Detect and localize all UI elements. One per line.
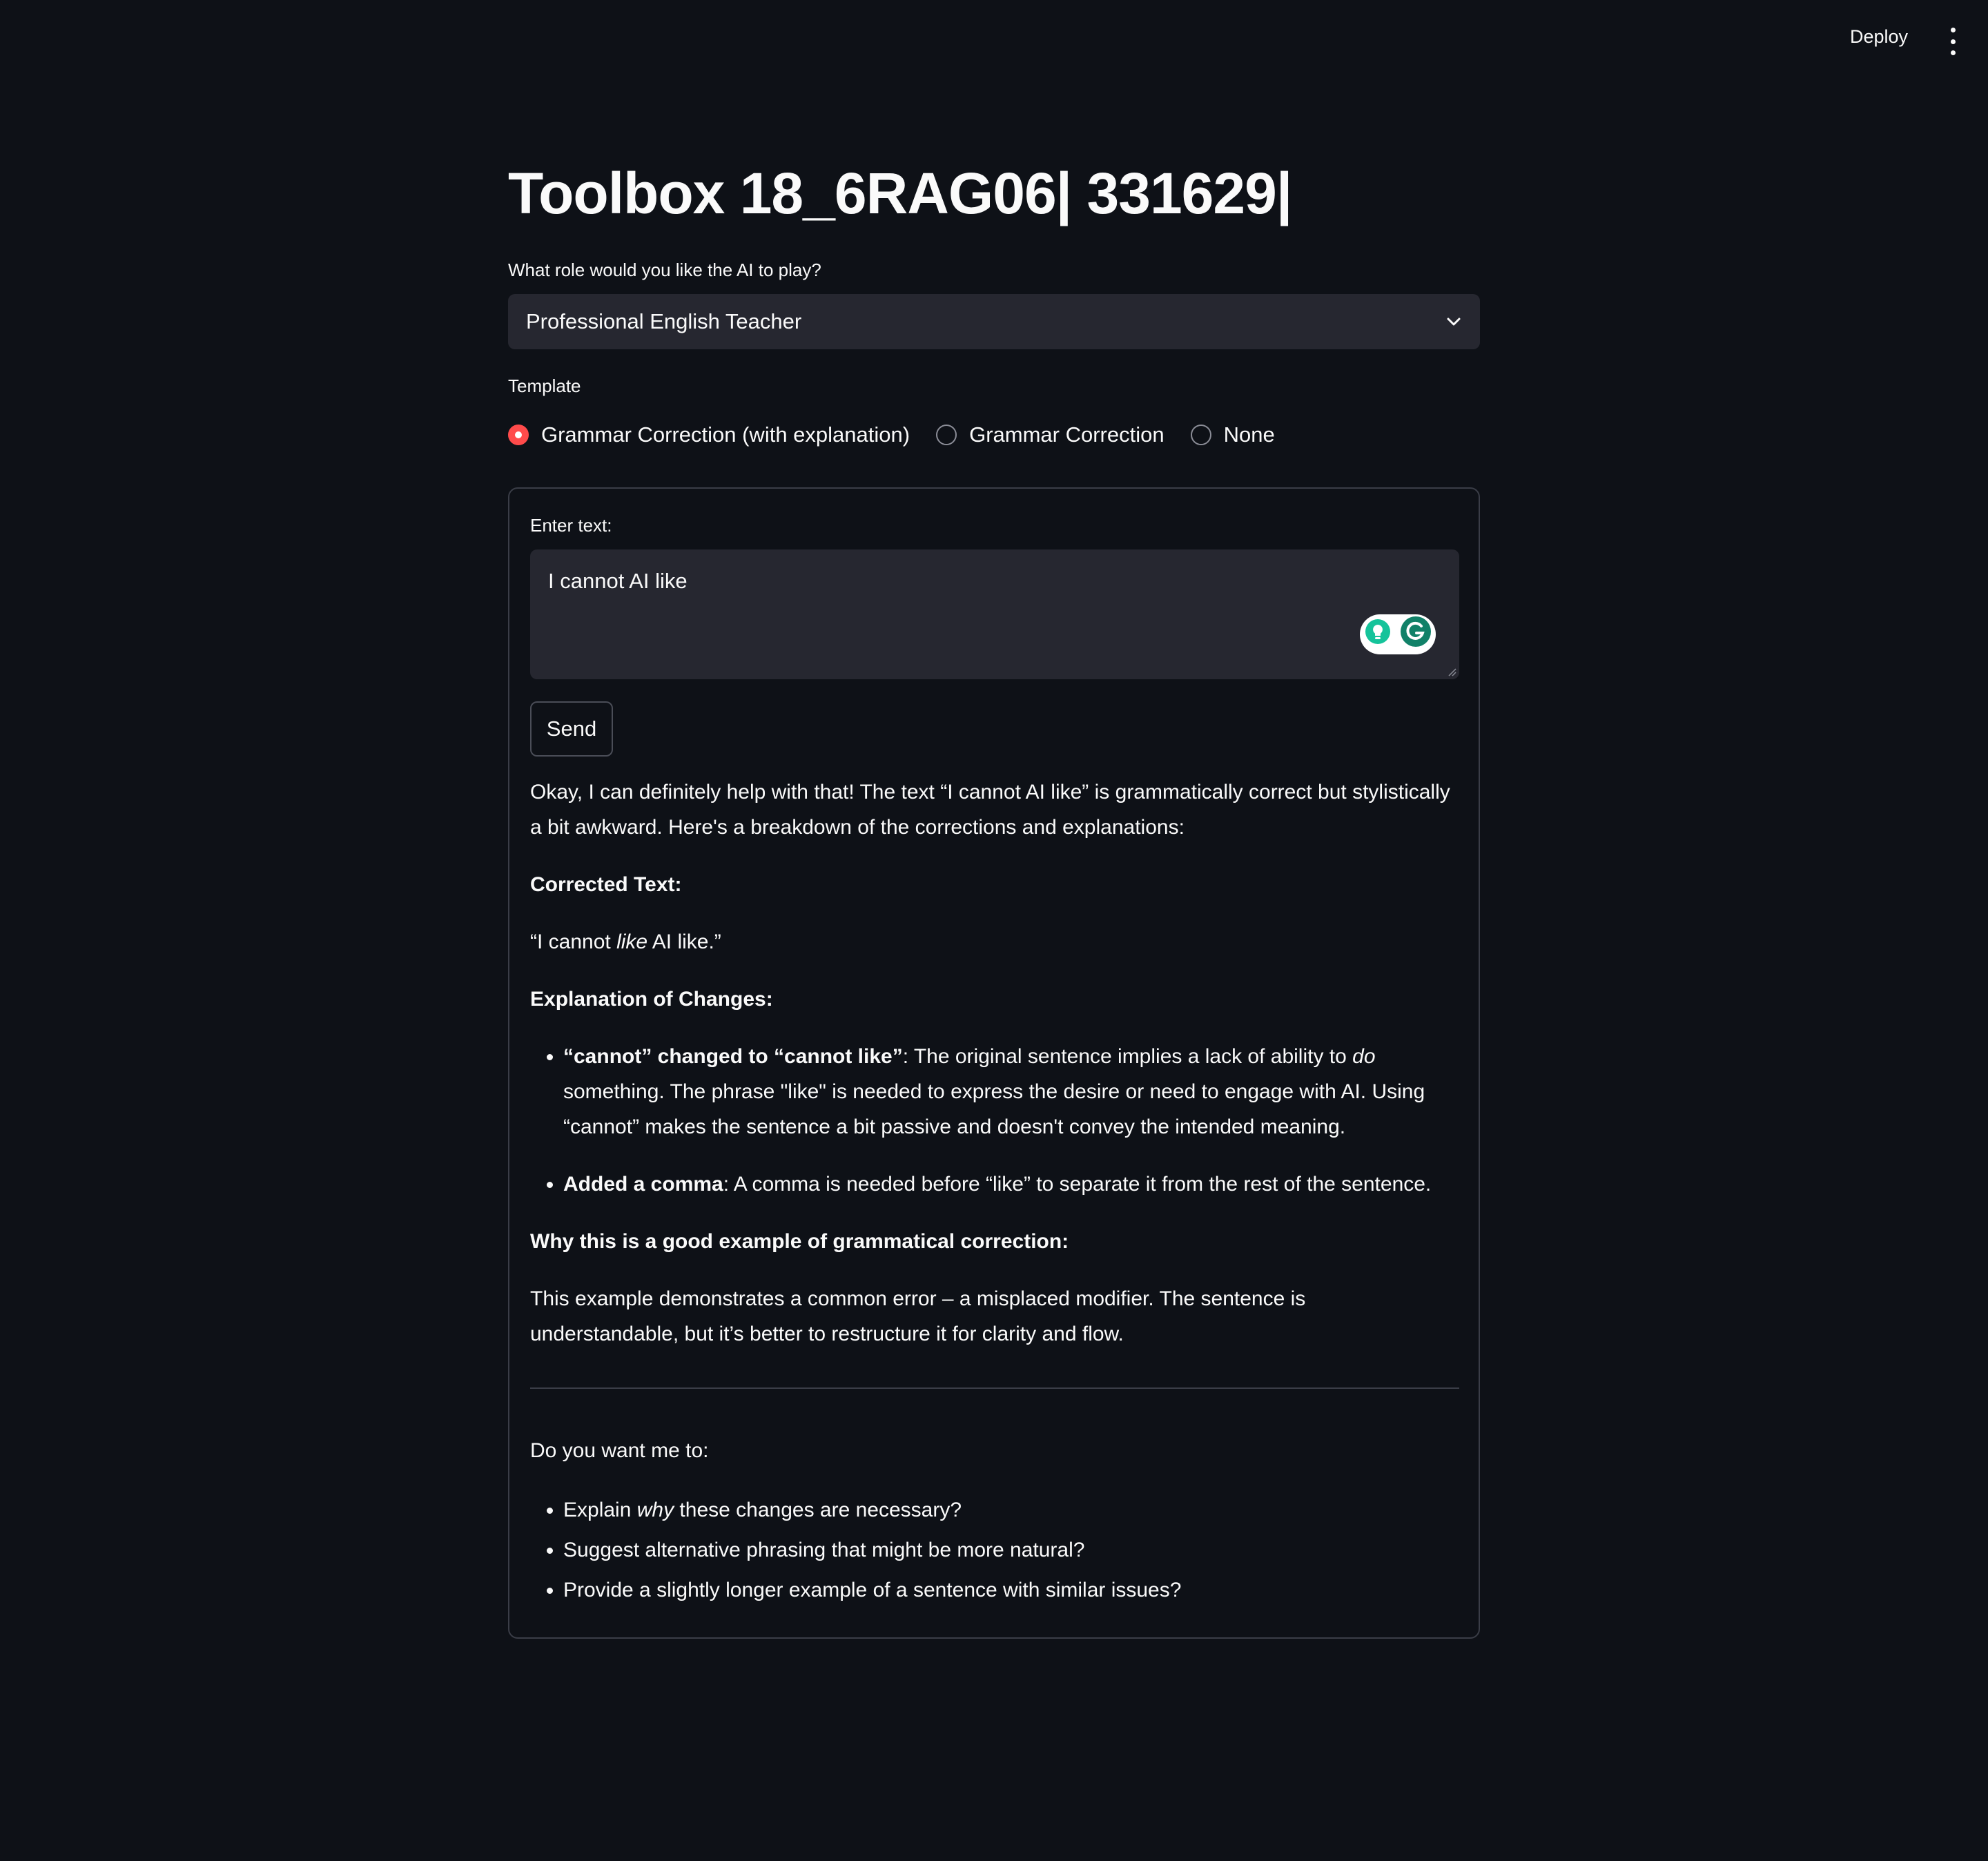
why-text: This example demonstrates a common error…: [530, 1287, 1306, 1345]
list-item: “cannot” changed to “cannot like”: The o…: [563, 1039, 1459, 1144]
role-select-label: What role would you like the AI to play?: [508, 260, 821, 280]
lightbulb-icon[interactable]: [1364, 618, 1392, 651]
deploy-button[interactable]: Deploy: [1850, 26, 1908, 48]
radio-label: Grammar Correction (with explanation): [541, 422, 910, 447]
role-select[interactable]: Professional English Teacher: [508, 294, 1480, 349]
followup-intro: Do you want me to:: [530, 1439, 709, 1462]
corrected-text: “I cannot like AI like.”: [530, 930, 721, 953]
ai-response: Okay, I can definitely help with that! T…: [530, 774, 1459, 1610]
radio-unchecked-icon: [1190, 425, 1211, 445]
divider: [530, 1387, 1459, 1389]
radio-label: Grammar Correction: [969, 422, 1164, 447]
explanation-list: “cannot” changed to “cannot like”: The o…: [530, 1039, 1459, 1202]
text-input[interactable]: I cannot AI like: [530, 549, 1459, 679]
radio-grammar-correction[interactable]: Grammar Correction: [936, 422, 1164, 447]
explanation-heading: Explanation of Changes:: [530, 988, 773, 1011]
radio-label: None: [1223, 422, 1275, 447]
form-card: Enter text: I cannot AI like Send Okay, …: [508, 487, 1480, 1639]
chevron-down-icon: [1445, 316, 1462, 327]
list-item: Suggest alternative phrasing that might …: [563, 1530, 1459, 1570]
why-heading: Why this is a good example of grammatica…: [530, 1230, 1069, 1253]
more-vertical-icon[interactable]: [1947, 28, 1959, 55]
resize-handle-icon[interactable]: [1447, 667, 1456, 676]
corrected-heading: Corrected Text:: [530, 873, 682, 896]
template-label: Template: [508, 376, 581, 396]
top-bar: Deploy: [0, 0, 1988, 76]
list-item: Explain why these changes are necessary?: [563, 1490, 1459, 1530]
send-button[interactable]: Send: [530, 701, 613, 757]
followup-list: Explain why these changes are necessary?…: [530, 1490, 1459, 1610]
list-item: Added a comma: A comma is needed before …: [563, 1167, 1459, 1202]
radio-grammar-correction-explanation[interactable]: Grammar Correction (with explanation): [508, 422, 910, 447]
template-radio-group: Grammar Correction (with explanation) Gr…: [508, 422, 1301, 447]
radio-unchecked-icon: [936, 425, 957, 445]
grammarly-widget[interactable]: [1360, 614, 1436, 654]
text-input-value: I cannot AI like: [548, 569, 688, 593]
page-title: Toolbox 18_6RAG06| 331629|: [508, 161, 1292, 226]
list-item: Provide a slightly longer example of a s…: [563, 1570, 1459, 1610]
radio-checked-icon: [508, 425, 529, 445]
grammarly-icon[interactable]: [1400, 616, 1432, 653]
role-select-value: Professional English Teacher: [526, 309, 802, 333]
radio-none[interactable]: None: [1190, 422, 1275, 447]
enter-text-label: Enter text:: [530, 515, 612, 536]
response-intro: Okay, I can definitely help with that! T…: [530, 781, 1450, 839]
